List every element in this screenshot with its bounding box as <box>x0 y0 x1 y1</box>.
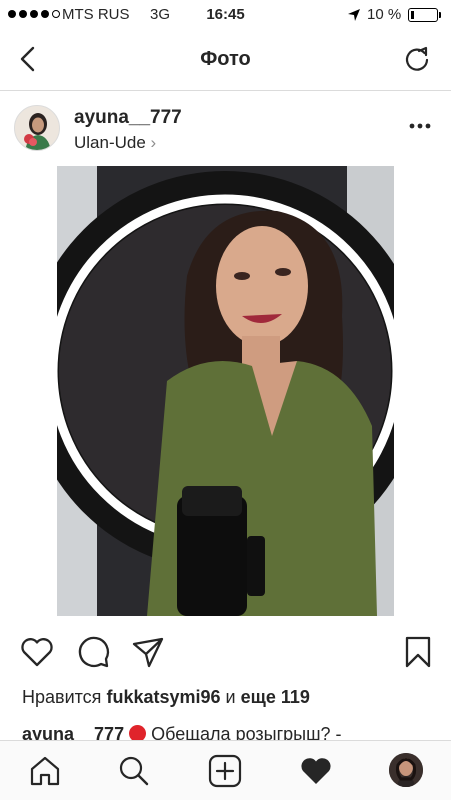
avatar-image <box>15 106 59 150</box>
location-arrow-icon <box>348 9 360 21</box>
photo-image <box>57 166 394 616</box>
battery-icon <box>408 8 441 22</box>
caption-username[interactable]: ayuna__777 <box>22 724 124 740</box>
search-tab[interactable] <box>116 753 152 789</box>
add-post-tab[interactable] <box>207 753 243 789</box>
like-button[interactable] <box>19 634 55 670</box>
post-photo[interactable] <box>57 166 394 616</box>
red-circle-emoji-icon <box>129 725 147 740</box>
post-username[interactable]: ayuna__777 <box>74 107 182 129</box>
profile-tab[interactable] <box>389 753 423 787</box>
status-bar: MTS RUS 3G 16:45 10 % <box>0 0 451 30</box>
activity-tab[interactable] <box>298 753 334 789</box>
likes-prefix: Нравится <box>22 687 102 707</box>
liker-username[interactable]: fukkatsymi96 <box>106 687 220 707</box>
likes-count[interactable]: еще 119 <box>241 687 310 707</box>
chevron-right-icon: › <box>150 133 157 152</box>
post-location[interactable]: Ulan-Ude › <box>74 133 156 153</box>
post-caption: ayuna__777 Обещала розыгрыш? - <box>22 724 442 740</box>
page-title: Фото <box>200 48 251 70</box>
more-options-button[interactable] <box>405 116 435 136</box>
likes-summary[interactable]: Нравится fukkatsymi96 и еще 119 <box>22 687 310 708</box>
likes-middle: и <box>225 687 236 707</box>
post-header: ayuna__777 Ulan-Ude › <box>0 92 451 166</box>
profile-avatar-image <box>389 753 423 787</box>
bottom-tab-bar <box>0 740 451 800</box>
comment-button[interactable] <box>76 634 112 670</box>
post-actions <box>0 630 451 674</box>
home-tab[interactable] <box>27 753 63 789</box>
refresh-button[interactable] <box>402 44 432 74</box>
caption-text: Обещала розыгрыш? - <box>151 724 342 740</box>
battery-percent: 10 % <box>367 6 402 23</box>
avatar[interactable] <box>14 105 60 151</box>
location-label: Ulan-Ude <box>74 133 146 152</box>
nav-header: Фото <box>0 30 451 91</box>
save-button[interactable] <box>400 634 436 670</box>
share-button[interactable] <box>130 634 166 670</box>
